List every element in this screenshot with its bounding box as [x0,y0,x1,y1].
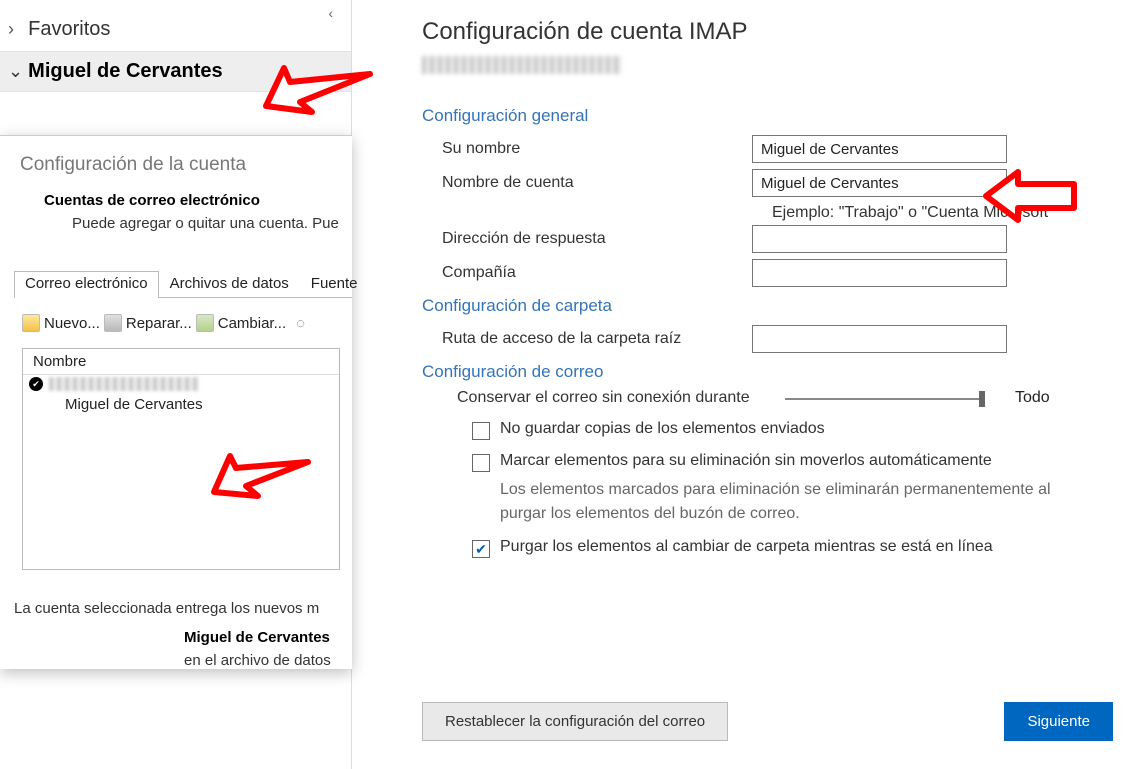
table-row[interactable] [23,375,339,393]
mark-delete-label: Marcar elementos para su eliminación sin… [500,452,992,470]
favorites-label: Favoritos [28,18,110,40]
account-table[interactable]: Nombre Miguel de Cervantes [22,348,340,570]
purge-label: Purgar los elementos al cambiar de carpe… [500,538,993,556]
delivery-note: La cuenta seleccionada entrega los nuevo… [0,570,352,625]
change-account-button[interactable]: Cambiar... [196,314,286,332]
page-title: Configuración de cuenta IMAP [422,18,1113,46]
column-name: Nombre [23,349,339,375]
company-label: Compañía [422,264,752,282]
account-header[interactable]: ⌄ Miguel de Cervantes [0,52,351,92]
tab-email[interactable]: Correo electrónico [14,271,159,298]
no-save-sent-label: No guardar copias de los elementos envia… [500,420,825,438]
chevron-right-icon: › [8,19,22,40]
reply-address-label: Dirección de respuesta [422,230,752,248]
repair-account-button[interactable]: Reparar... [104,314,192,332]
your-name-label: Su nombre [422,140,752,158]
delivery-datafile: en el archivo de datos [0,646,352,669]
purge-checkbox[interactable] [472,540,490,558]
tab-data-files[interactable]: Archivos de datos [159,271,300,298]
new-icon [22,314,40,332]
account-name-example: Ejemplo: "Trabajo" o "Cuenta Microsoft" [772,204,1113,222]
no-save-sent-checkbox[interactable] [472,422,490,440]
default-check-icon [29,377,43,391]
reset-mail-settings-button[interactable]: Restablecer la configuración del correo [422,702,728,741]
favorites-section[interactable]: › Favoritos [0,0,351,52]
root-folder-input[interactable] [752,325,1007,353]
offline-label: Conservar el correo sin conexión durante [457,389,767,407]
next-button[interactable]: Siguiente [1004,702,1113,741]
account-name-input[interactable] [752,169,1007,197]
mark-delete-checkbox[interactable] [472,454,490,472]
dialog-section-title: Cuentas de correo electrónico [44,192,260,209]
general-settings-header: Configuración general [422,106,1113,126]
dialog-section-hint: Puede agregar o quitar una cuenta. Pue [72,215,342,232]
mark-delete-hint: Los elementos marcados para eliminación … [422,478,1113,526]
change-icon [196,314,214,332]
new-account-button[interactable]: Nuevo... [22,314,100,332]
redacted-email [49,377,199,391]
repair-icon [104,314,122,332]
table-row-name: Miguel de Cervantes [23,396,339,413]
delivery-account-name: Miguel de Cervantes [0,625,352,646]
chevron-down-icon: ⌄ [8,61,22,82]
redacted-subtitle [422,56,622,74]
mail-settings-header: Configuración de correo [422,362,1113,382]
account-name-label: Nombre de cuenta [422,174,752,192]
account-settings-dialog: Configuración de la cuenta Cuentas de co… [0,135,352,669]
root-folder-label: Ruta de acceso de la carpeta raíz [422,330,752,348]
offline-slider[interactable] [785,388,985,408]
slider-end-label: Todo [1015,389,1050,407]
company-input[interactable] [752,259,1007,287]
collapse-nav-icon[interactable]: ‹ [328,5,333,21]
default-icon: ◌ [296,315,305,332]
your-name-input[interactable] [752,135,1007,163]
reply-address-input[interactable] [752,225,1007,253]
account-header-name: Miguel de Cervantes [28,60,223,82]
dialog-title: Configuración de la cuenta [0,136,352,192]
folder-settings-header: Configuración de carpeta [422,296,1113,316]
